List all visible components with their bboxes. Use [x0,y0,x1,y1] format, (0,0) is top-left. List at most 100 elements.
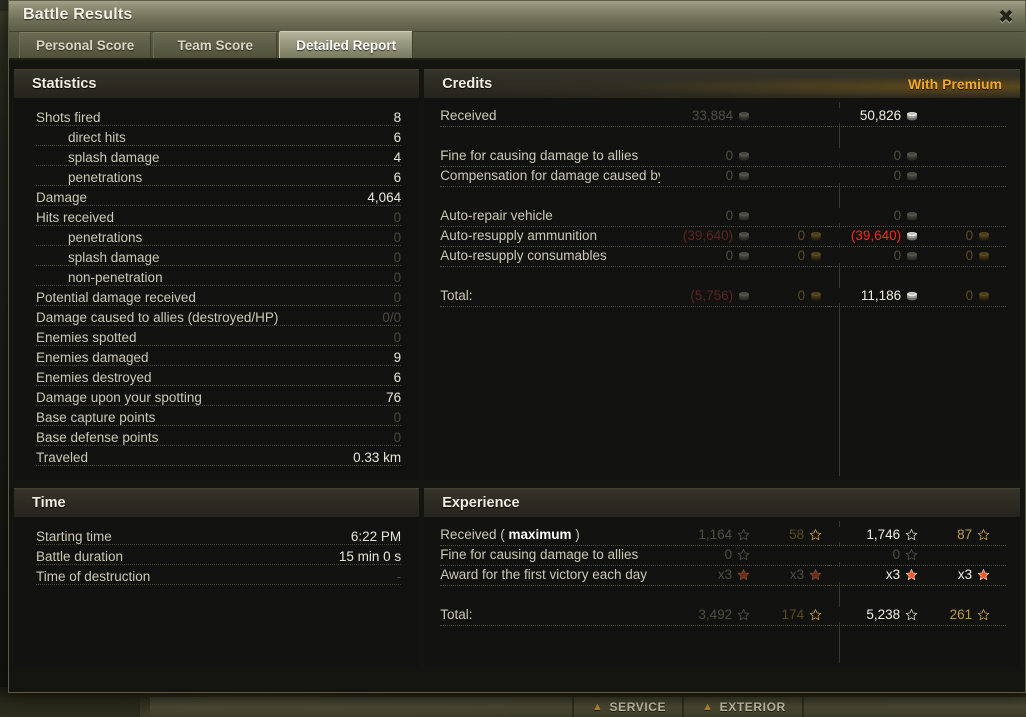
credits-rows: Received 33,884 50,826 Fine for causing dam… [424,98,1020,480]
experience-base-xp-value: 3,492 [698,607,733,622]
statistics-row: Enemies destroyed 6 [14,367,419,387]
credits-row-label: Auto-repair vehicle [440,208,560,223]
experience-premium-xp: 1,746 [828,527,919,542]
experience-star-icon [977,568,990,581]
credits-row: Auto-repair vehicle 0 0 [424,207,1020,227]
leader-dots [36,584,402,585]
credits-row: Auto-resupply ammunition (39,640) 0 (39,640… [424,227,1020,247]
credits-base-gold: 0 [764,288,823,303]
credits-base-credits-value: 0 [725,148,734,163]
experience-rows: Received ( maximum ) 1,164 58 1,746 87 Fine f… [424,517,1020,667]
tab-team-score[interactable]: Team Score [153,32,278,58]
leader-dots [36,365,402,366]
statistics-label: Potential damage received [36,289,203,305]
experience-base-free-xp-value: 58 [789,527,805,542]
credits-base-credits: 0 [660,208,751,223]
leader-dots [828,246,1006,247]
experience-row: Total: 3,492 174 5,238 261 [424,606,1020,626]
statistics-row: splash damage 0 [14,247,419,267]
credits-base-credits: (39,640) [660,228,751,243]
statistics-row: Damage 4,064 [14,187,419,207]
dialog-body: Statistics Shots fired 8 direct hits 6 splas… [9,60,1025,692]
statistics-row: penetrations 0 [14,227,419,247]
tab-label: Personal Score [36,38,135,53]
credits-base-credits-value: 33,884 [691,108,734,123]
leader-dots [36,425,402,426]
background-module-nav: ▲ SERVICE ▲ EXTERIOR [150,697,1026,717]
statistics-label: direct hits [36,129,133,145]
statistics-value: 9 [386,349,402,365]
leader-dots [440,126,828,127]
leader-dots [828,166,1006,167]
statistics-row: Enemies spotted 0 [14,327,419,347]
background-nav-service[interactable]: ▲ SERVICE [574,697,685,717]
credits-coin-icon [810,250,822,261]
upper-panels: Statistics Shots fired 8 direct hits 6 splas… [14,69,1020,480]
statistics-row: Base capture points 0 [14,407,419,427]
experience-row-label-text: Received ( [440,527,509,542]
credits-row: Fine for causing damage to allies 0 0 [424,147,1020,167]
credits-base-credits-value: (39,640) [682,228,734,243]
experience-base-free-xp: 58 [764,527,823,542]
leader-dots [36,225,402,226]
dialog-titlebar: Battle Results ✖ [9,1,1025,32]
statistics-label: Traveled [36,449,96,465]
credits-coin-icon [978,290,990,301]
time-value: 15 min 0 s [331,548,402,564]
credits-coin-icon [810,290,822,301]
statistics-row: Shots fired 8 [14,107,419,127]
credits-coin-icon [906,230,918,241]
statistics-label: Base defense points [36,429,166,445]
statistics-value: 0 [386,229,402,245]
leader-dots [440,226,828,227]
tab-label: Team Score [177,38,254,53]
leader-dots [36,405,402,406]
tab-detailed-report[interactable]: Detailed Report [279,31,414,58]
credits-premium-credits: 0 [828,168,919,183]
experience-star-icon [905,528,918,541]
credits-premium-credits: 0 [828,208,919,223]
credits-premium-gold-value: 0 [965,248,974,263]
experience-premium-xp-value: 1,746 [866,527,901,542]
time-header: Time [14,488,420,517]
leader-dots [36,185,402,186]
statistics-row: Hits received 0 [14,207,419,227]
experience-row-label: Fine for causing damage to allies [440,547,646,562]
experience-premium-xp: x3 [828,567,919,582]
credits-base-credits: 0 [660,148,751,163]
statistics-value: 8 [386,109,402,125]
experience-star-icon [905,608,918,621]
credits-premium-credits: 50,826 [828,108,919,123]
credits-coin-icon [738,110,750,121]
background-nav-exterior[interactable]: ▲ EXTERIOR [684,697,804,717]
time-rows: Starting time 6:22 PM Battle duration 15 mi… [14,517,419,667]
experience-base-xp: 0 [660,547,751,562]
close-icon[interactable]: ✖ [991,3,1021,31]
credits-coin-icon [906,150,918,161]
leader-dots [36,465,402,466]
lower-panels: Time Starting time 6:22 PM Battle duration… [14,488,1020,667]
leader-dots [828,186,1006,187]
credits-premium-gold-value: 0 [965,288,974,303]
statistics-label: Damage caused to allies (destroyed/HP) [36,309,286,325]
credits-row-label: Fine for causing damage to allies [440,148,646,163]
time-row: Battle duration 15 min 0 s [14,546,419,566]
statistics-value: 0 [386,429,402,445]
experience-row: Received ( maximum ) 1,164 58 1,746 87 [424,526,1020,546]
tab-personal-score[interactable]: Personal Score [19,32,152,58]
leader-dots [440,306,828,307]
credits-coin-icon [906,170,918,181]
statistics-row: Base defense points 0 [14,427,419,447]
battle-results-dialog: Battle Results ✖ Personal Score Team Scor… [8,0,1026,693]
statistics-value: 4,064 [360,189,402,205]
leader-dots [828,126,1006,127]
statistics-label: splash damage [36,149,167,165]
experience-star-icon [737,548,750,561]
leader-dots [440,266,828,267]
experience-base-free-xp: x3 [764,567,823,582]
experience-star-icon [809,568,822,581]
experience-premium-free-xp: x3 [932,567,991,582]
statistics-label: non-penetration [36,269,170,285]
experience-row: Fine for causing damage to allies 0 0 [424,546,1020,566]
experience-base-xp: 3,492 [660,607,751,622]
